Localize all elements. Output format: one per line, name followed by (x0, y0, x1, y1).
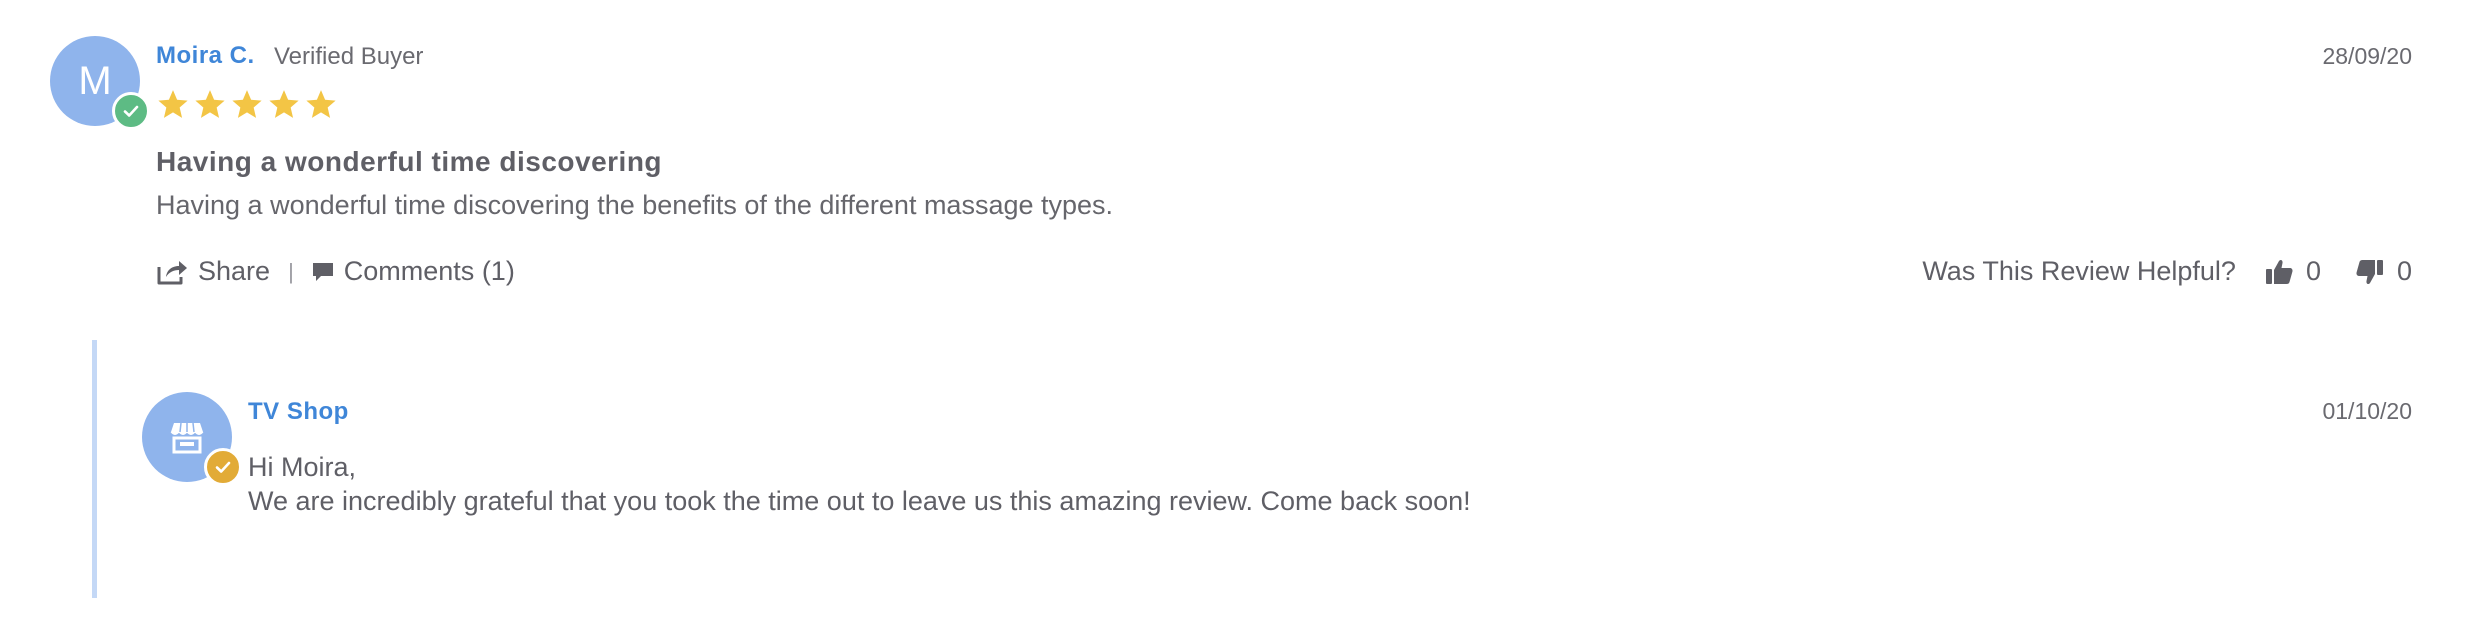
review-actions: Share | Comments (1) (156, 256, 515, 287)
downvote-count: 0 (2396, 256, 2412, 286)
thumbs-up-icon (2265, 259, 2293, 284)
share-label: Share (198, 256, 271, 286)
star-icon (158, 90, 188, 118)
comments-label: Comments (1) (343, 256, 515, 286)
star-icon (232, 90, 262, 118)
share-icon (157, 260, 187, 284)
reply-greeting: Hi Moira, (248, 452, 357, 482)
avatar-initial: M (78, 58, 112, 103)
store-check-icon (204, 448, 242, 486)
star-icon (269, 90, 299, 118)
verified-buyer-label: Verified Buyer (274, 43, 424, 70)
reply-date: 01/10/20 (2322, 398, 2412, 424)
reply-author-name[interactable]: TV Shop (248, 398, 349, 426)
review-body: Having a wonderful time discovering the … (156, 190, 1114, 220)
reply-indent-bar (92, 340, 97, 598)
store-icon (170, 422, 204, 454)
comment-icon (312, 262, 333, 281)
thumbs-down-icon (2356, 259, 2383, 284)
reviewer-name[interactable]: Moira C. (156, 42, 255, 70)
helpful-question: Was This Review Helpful? (1922, 256, 2236, 286)
thumbs-down-button[interactable]: 0 (2355, 256, 2412, 287)
helpful-vote: Was This Review Helpful? 0 0 (1922, 256, 2412, 287)
review-title: Having a wonderful time discovering (156, 146, 663, 177)
star-icon (306, 90, 336, 118)
action-separator: | (288, 258, 294, 284)
reply-body: We are incredibly grateful that you took… (248, 486, 1471, 516)
star-rating (156, 88, 338, 122)
share-button[interactable]: Share (156, 256, 270, 287)
verified-check-icon (112, 92, 150, 130)
review-date: 28/09/20 (2322, 43, 2412, 69)
review-card: M Moira C. Verified Buyer 28/09/20 Havin… (0, 0, 2466, 630)
comments-button[interactable]: Comments (1) (312, 256, 515, 287)
star-icon (195, 90, 225, 118)
thumbs-up-button[interactable]: 0 (2264, 256, 2321, 287)
upvote-count: 0 (2305, 256, 2321, 286)
